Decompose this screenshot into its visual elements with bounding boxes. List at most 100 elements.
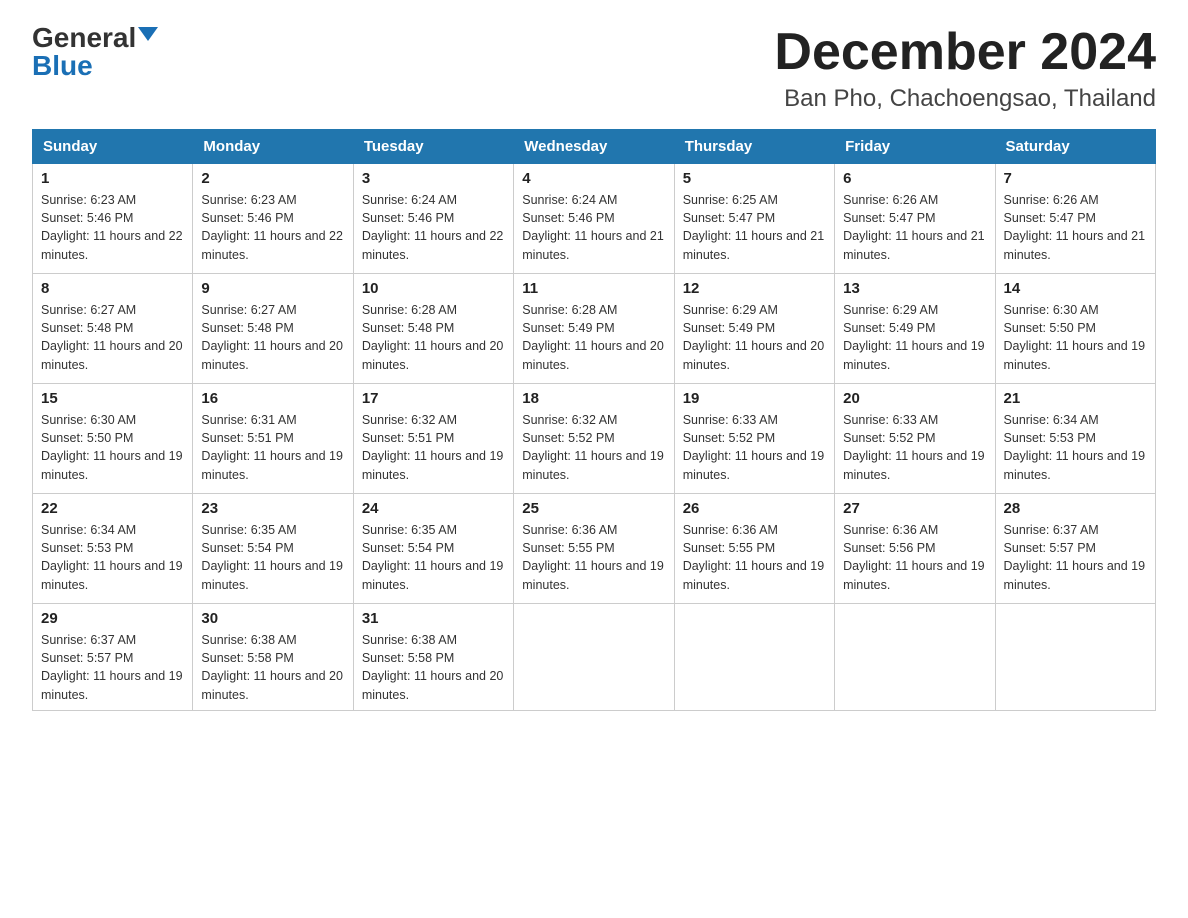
- calendar-cell: 4Sunrise: 6:24 AMSunset: 5:46 PMDaylight…: [514, 164, 674, 274]
- calendar-cell: 21 Sunrise: 6:34 AMSunset: 5:53 PMDayligh…: [995, 384, 1155, 494]
- calendar-cell: 14 Sunrise: 6:30 AMSunset: 5:50 PMDayligh…: [995, 274, 1155, 384]
- day-info: Sunrise: 6:30 AMSunset: 5:50 PMDaylight:…: [1004, 301, 1147, 374]
- day-info: Sunrise: 6:27 AMSunset: 5:48 PMDaylight:…: [201, 301, 344, 374]
- day-number: 26: [683, 500, 826, 517]
- day-number: 7: [1004, 170, 1147, 187]
- day-number: 15: [41, 390, 184, 407]
- title-area: December 2024 Ban Pho, Chachoengsao, Tha…: [774, 24, 1156, 113]
- day-number: 6: [843, 170, 986, 187]
- day-info: Sunrise: 6:29 AMSunset: 5:49 PMDaylight:…: [843, 301, 986, 374]
- calendar-week-row: 15 Sunrise: 6:30 AMSunset: 5:50 PMDayligh…: [33, 384, 1156, 494]
- calendar-cell: 9 Sunrise: 6:27 AMSunset: 5:48 PMDaylight…: [193, 274, 353, 384]
- calendar-cell: 13 Sunrise: 6:29 AMSunset: 5:49 PMDayligh…: [835, 274, 995, 384]
- day-info: Sunrise: 6:33 AMSunset: 5:52 PMDaylight:…: [843, 411, 986, 484]
- calendar-cell: 10Sunrise: 6:28 AMSunset: 5:48 PMDayligh…: [353, 274, 513, 384]
- day-number: 28: [1004, 500, 1147, 517]
- day-number: 11: [522, 280, 665, 297]
- calendar-header-sunday: Sunday: [33, 130, 193, 164]
- calendar-cell: 15 Sunrise: 6:30 AMSunset: 5:50 PMDayligh…: [33, 384, 193, 494]
- logo-triangle-icon: [138, 27, 158, 41]
- day-number: 16: [201, 390, 344, 407]
- day-number: 13: [843, 280, 986, 297]
- logo-general-text: General: [32, 24, 136, 52]
- day-info: Sunrise: 6:38 AMSunset: 5:58 PMDaylight:…: [362, 631, 505, 704]
- day-info: Sunrise: 6:36 AMSunset: 5:55 PMDaylight:…: [522, 521, 665, 594]
- day-number: 20: [843, 390, 986, 407]
- day-info: Sunrise: 6:29 AMSunset: 5:49 PMDaylight:…: [683, 301, 826, 374]
- day-info: Sunrise: 6:35 AMSunset: 5:54 PMDaylight:…: [201, 521, 344, 594]
- day-number: 8: [41, 280, 184, 297]
- day-number: 9: [201, 280, 344, 297]
- day-info: Sunrise: 6:24 AMSunset: 5:46 PMDaylight:…: [362, 191, 505, 264]
- day-number: 21: [1004, 390, 1147, 407]
- day-info: Sunrise: 6:34 AMSunset: 5:53 PMDaylight:…: [1004, 411, 1147, 484]
- day-number: 14: [1004, 280, 1147, 297]
- day-number: 27: [843, 500, 986, 517]
- logo: General Blue: [32, 24, 158, 80]
- calendar-week-row: 1 Sunrise: 6:23 AMSunset: 5:46 PMDaylight…: [33, 164, 1156, 274]
- calendar-cell: 8 Sunrise: 6:27 AMSunset: 5:48 PMDaylight…: [33, 274, 193, 384]
- calendar-cell: [674, 604, 834, 711]
- calendar-cell: 11Sunrise: 6:28 AMSunset: 5:49 PMDayligh…: [514, 274, 674, 384]
- day-info: Sunrise: 6:23 AMSunset: 5:46 PMDaylight:…: [41, 191, 184, 264]
- calendar-week-row: 22Sunrise: 6:34 AMSunset: 5:53 PMDayligh…: [33, 494, 1156, 604]
- logo-blue-text: Blue: [32, 52, 93, 80]
- calendar-cell: 7 Sunrise: 6:26 AMSunset: 5:47 PMDaylight…: [995, 164, 1155, 274]
- day-number: 5: [683, 170, 826, 187]
- calendar-cell: 30Sunrise: 6:38 AMSunset: 5:58 PMDayligh…: [193, 604, 353, 711]
- calendar-cell: 28 Sunrise: 6:37 AMSunset: 5:57 PMDayligh…: [995, 494, 1155, 604]
- calendar-header-row: SundayMondayTuesdayWednesdayThursdayFrid…: [33, 130, 1156, 164]
- day-number: 17: [362, 390, 505, 407]
- day-info: Sunrise: 6:36 AMSunset: 5:55 PMDaylight:…: [683, 521, 826, 594]
- calendar-cell: 23 Sunrise: 6:35 AMSunset: 5:54 PMDayligh…: [193, 494, 353, 604]
- day-info: Sunrise: 6:23 AMSunset: 5:46 PMDaylight:…: [201, 191, 344, 264]
- calendar-cell: 29 Sunrise: 6:37 AMSunset: 5:57 PMDayligh…: [33, 604, 193, 711]
- calendar-cell: 26 Sunrise: 6:36 AMSunset: 5:55 PMDayligh…: [674, 494, 834, 604]
- calendar-header-friday: Friday: [835, 130, 995, 164]
- calendar-cell: 3 Sunrise: 6:24 AMSunset: 5:46 PMDaylight…: [353, 164, 513, 274]
- calendar-cell: 19 Sunrise: 6:33 AMSunset: 5:52 PMDayligh…: [674, 384, 834, 494]
- calendar-header-monday: Monday: [193, 130, 353, 164]
- day-number: 18: [522, 390, 665, 407]
- day-info: Sunrise: 6:25 AMSunset: 5:47 PMDaylight:…: [683, 191, 826, 264]
- day-info: Sunrise: 6:33 AMSunset: 5:52 PMDaylight:…: [683, 411, 826, 484]
- calendar-cell: [995, 604, 1155, 711]
- day-info: Sunrise: 6:31 AMSunset: 5:51 PMDaylight:…: [201, 411, 344, 484]
- day-number: 31: [362, 610, 505, 627]
- day-info: Sunrise: 6:34 AMSunset: 5:53 PMDaylight:…: [41, 521, 184, 594]
- day-info: Sunrise: 6:37 AMSunset: 5:57 PMDaylight:…: [1004, 521, 1147, 594]
- day-info: Sunrise: 6:36 AMSunset: 5:56 PMDaylight:…: [843, 521, 986, 594]
- calendar-cell: 6 Sunrise: 6:26 AMSunset: 5:47 PMDaylight…: [835, 164, 995, 274]
- day-info: Sunrise: 6:26 AMSunset: 5:47 PMDaylight:…: [1004, 191, 1147, 264]
- day-info: Sunrise: 6:37 AMSunset: 5:57 PMDaylight:…: [41, 631, 184, 704]
- calendar-cell: 18 Sunrise: 6:32 AMSunset: 5:52 PMDayligh…: [514, 384, 674, 494]
- calendar-header-tuesday: Tuesday: [353, 130, 513, 164]
- calendar-cell: 20 Sunrise: 6:33 AMSunset: 5:52 PMDayligh…: [835, 384, 995, 494]
- day-number: 24: [362, 500, 505, 517]
- calendar-cell: 17 Sunrise: 6:32 AMSunset: 5:51 PMDayligh…: [353, 384, 513, 494]
- day-number: 3: [362, 170, 505, 187]
- calendar-cell: 2 Sunrise: 6:23 AMSunset: 5:46 PMDaylight…: [193, 164, 353, 274]
- day-info: Sunrise: 6:35 AMSunset: 5:54 PMDaylight:…: [362, 521, 505, 594]
- day-info: Sunrise: 6:32 AMSunset: 5:52 PMDaylight:…: [522, 411, 665, 484]
- day-info: Sunrise: 6:27 AMSunset: 5:48 PMDaylight:…: [41, 301, 184, 374]
- day-info: Sunrise: 6:26 AMSunset: 5:47 PMDaylight:…: [843, 191, 986, 264]
- day-number: 1: [41, 170, 184, 187]
- page-header: General Blue December 2024 Ban Pho, Chac…: [32, 24, 1156, 113]
- day-number: 19: [683, 390, 826, 407]
- day-info: Sunrise: 6:28 AMSunset: 5:48 PMDaylight:…: [362, 301, 505, 374]
- month-title: December 2024: [774, 24, 1156, 81]
- day-info: Sunrise: 6:30 AMSunset: 5:50 PMDaylight:…: [41, 411, 184, 484]
- calendar-week-row: 29 Sunrise: 6:37 AMSunset: 5:57 PMDayligh…: [33, 604, 1156, 711]
- calendar-header-saturday: Saturday: [995, 130, 1155, 164]
- calendar-cell: 1 Sunrise: 6:23 AMSunset: 5:46 PMDaylight…: [33, 164, 193, 274]
- calendar-header-wednesday: Wednesday: [514, 130, 674, 164]
- day-number: 2: [201, 170, 344, 187]
- day-info: Sunrise: 6:32 AMSunset: 5:51 PMDaylight:…: [362, 411, 505, 484]
- day-info: Sunrise: 6:38 AMSunset: 5:58 PMDaylight:…: [201, 631, 344, 704]
- calendar-cell: 5 Sunrise: 6:25 AMSunset: 5:47 PMDaylight…: [674, 164, 834, 274]
- calendar-header-thursday: Thursday: [674, 130, 834, 164]
- day-number: 23: [201, 500, 344, 517]
- location-title: Ban Pho, Chachoengsao, Thailand: [774, 85, 1156, 113]
- day-number: 29: [41, 610, 184, 627]
